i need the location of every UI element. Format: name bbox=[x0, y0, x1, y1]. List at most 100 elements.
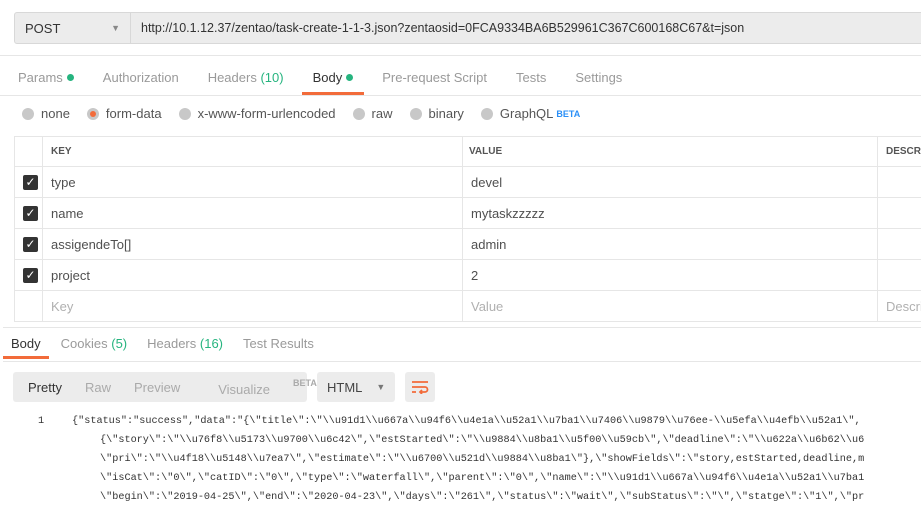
request-tabs: Params Authorization Headers (10) Body P… bbox=[18, 68, 651, 96]
line-number: 1 bbox=[38, 412, 44, 431]
view-preview[interactable]: Preview bbox=[134, 380, 180, 395]
response-tab-headers[interactable]: Headers (16) bbox=[147, 336, 223, 351]
table-header: KEY VALUE DESCRI bbox=[15, 137, 921, 167]
radio-label: raw bbox=[372, 106, 393, 121]
visualize-label: Visualize bbox=[218, 382, 270, 397]
divider bbox=[3, 361, 921, 362]
table-row: ✓ name mytaskzzzzz bbox=[15, 198, 921, 229]
key-cell[interactable]: name bbox=[43, 198, 463, 229]
table-row: ✓ type devel bbox=[15, 167, 921, 198]
wrap-lines-icon bbox=[411, 380, 429, 394]
tab-count: (16) bbox=[200, 336, 223, 351]
value-cell[interactable]: mytaskzzzzz bbox=[463, 198, 878, 229]
beta-badge: BETA bbox=[293, 378, 317, 388]
radio-label: x-www-form-urlencoded bbox=[198, 106, 336, 121]
checkbox-checked-icon[interactable]: ✓ bbox=[23, 175, 38, 190]
tab-label: Body bbox=[11, 336, 41, 351]
tab-authorization[interactable]: Authorization bbox=[103, 68, 179, 96]
table-row: ✓ assigendeTo[] admin bbox=[15, 229, 921, 260]
radio-icon bbox=[179, 108, 191, 120]
code-text: \"isCat\":\"0\",\"catID\":\"0\",\"type\"… bbox=[100, 469, 864, 488]
description-cell[interactable] bbox=[878, 260, 921, 291]
code-line: \"pri\":\"\\u4f18\\u5148\\u7ea7\",\"esti… bbox=[0, 450, 921, 469]
code-line: {\"story\":\"\\u76f8\\u5173\\u9700\\u6c4… bbox=[0, 431, 921, 450]
radio-raw[interactable]: raw bbox=[353, 106, 393, 121]
description-cell[interactable] bbox=[878, 229, 921, 260]
tab-settings[interactable]: Settings bbox=[575, 68, 622, 96]
description-header: DESCRI bbox=[878, 137, 921, 167]
code-text: \"begin\":\"2019-04-25\",\"end\":\"2020-… bbox=[100, 488, 864, 507]
response-tab-body[interactable]: Body bbox=[11, 336, 41, 351]
value-cell[interactable]: admin bbox=[463, 229, 878, 260]
value-input[interactable]: Value bbox=[463, 291, 878, 322]
code-text: {"status":"success","data":"{\"title\":\… bbox=[72, 412, 861, 431]
radio-icon bbox=[353, 108, 365, 120]
body-type-radios: none form-data x-www-form-urlencoded raw… bbox=[22, 106, 597, 121]
checkbox-checked-icon[interactable]: ✓ bbox=[23, 268, 38, 283]
chevron-down-icon: ▼ bbox=[376, 382, 385, 392]
value-cell[interactable]: 2 bbox=[463, 260, 878, 291]
tab-label: Authorization bbox=[103, 70, 179, 85]
radio-icon bbox=[410, 108, 422, 120]
format-label: HTML bbox=[327, 380, 362, 395]
code-line: \"begin\":\"2019-04-25\",\"end\":\"2020-… bbox=[0, 488, 921, 507]
tab-label: Pre-request Script bbox=[382, 70, 487, 85]
code-line: \"isCat\":\"0\",\"catID\":\"0\",\"type\"… bbox=[0, 469, 921, 488]
radio-urlencoded[interactable]: x-www-form-urlencoded bbox=[179, 106, 336, 121]
radio-icon bbox=[481, 108, 493, 120]
key-input[interactable]: Key bbox=[43, 291, 463, 322]
tab-count: (5) bbox=[111, 336, 127, 351]
response-tab-test-results[interactable]: Test Results bbox=[243, 336, 314, 351]
method-select[interactable]: POST▼ bbox=[15, 13, 131, 43]
key-cell[interactable]: project bbox=[43, 260, 463, 291]
tab-label: Headers bbox=[208, 70, 257, 85]
new-row: Key Value Descri bbox=[15, 291, 921, 322]
tab-params[interactable]: Params bbox=[18, 68, 74, 96]
description-cell[interactable] bbox=[878, 198, 921, 229]
view-pretty[interactable]: Pretty bbox=[28, 380, 62, 395]
radio-binary[interactable]: binary bbox=[410, 106, 464, 121]
tab-count: (10) bbox=[260, 70, 283, 85]
tab-label: Cookies bbox=[61, 336, 108, 351]
tab-label: Settings bbox=[575, 70, 622, 85]
beta-badge: BETA bbox=[556, 109, 580, 119]
format-select[interactable]: HTML ▼ bbox=[317, 372, 395, 402]
wrap-lines-button[interactable] bbox=[405, 372, 435, 402]
tab-pre-request-script[interactable]: Pre-request Script bbox=[382, 68, 487, 96]
description-input[interactable]: Descri bbox=[878, 291, 921, 322]
code-text: {\"story\":\"\\u76f8\\u5173\\u9700\\u6c4… bbox=[100, 431, 864, 450]
tab-tests[interactable]: Tests bbox=[516, 68, 546, 96]
value-cell[interactable]: devel bbox=[463, 167, 878, 198]
radio-none[interactable]: none bbox=[22, 106, 70, 121]
radio-label: form-data bbox=[106, 106, 162, 121]
checkbox-checked-icon[interactable]: ✓ bbox=[23, 237, 38, 252]
view-mode-group: Pretty Raw Preview VisualizeBETA bbox=[13, 372, 307, 402]
key-cell[interactable]: type bbox=[43, 167, 463, 198]
form-data-table: KEY VALUE DESCRI ✓ type devel ✓ name myt… bbox=[14, 136, 921, 322]
tab-body[interactable]: Body bbox=[313, 68, 354, 96]
checkbox-checked-icon[interactable]: ✓ bbox=[23, 206, 38, 221]
tab-label: Params bbox=[18, 70, 63, 85]
checkbox-column-header bbox=[15, 137, 43, 167]
view-raw[interactable]: Raw bbox=[85, 380, 111, 395]
url-input[interactable]: http://10.1.12.37/zentao/task-create-1-1… bbox=[131, 21, 744, 35]
radio-graphql[interactable]: GraphQLBETA bbox=[481, 106, 580, 121]
view-visualize[interactable]: Visualize BETA bbox=[203, 378, 325, 397]
response-tabs: Body Cookies (5) Headers (16) Test Resul… bbox=[11, 336, 334, 351]
divider bbox=[0, 55, 921, 56]
chevron-down-icon: ▼ bbox=[111, 23, 120, 33]
radio-form-data[interactable]: form-data bbox=[87, 106, 162, 121]
status-dot-icon bbox=[346, 74, 353, 81]
request-bar: POST▼ http://10.1.12.37/zentao/task-crea… bbox=[14, 12, 921, 44]
key-header: KEY bbox=[43, 137, 463, 167]
key-cell[interactable]: assigendeTo[] bbox=[43, 229, 463, 260]
response-tab-cookies[interactable]: Cookies (5) bbox=[61, 336, 127, 351]
tab-label: Headers bbox=[147, 336, 196, 351]
tab-label: Test Results bbox=[243, 336, 314, 351]
radio-icon bbox=[22, 108, 34, 120]
radio-label: none bbox=[41, 106, 70, 121]
tab-headers[interactable]: Headers (10) bbox=[208, 68, 284, 96]
radio-label: GraphQL bbox=[500, 106, 553, 121]
status-dot-icon bbox=[67, 74, 74, 81]
description-cell[interactable] bbox=[878, 167, 921, 198]
